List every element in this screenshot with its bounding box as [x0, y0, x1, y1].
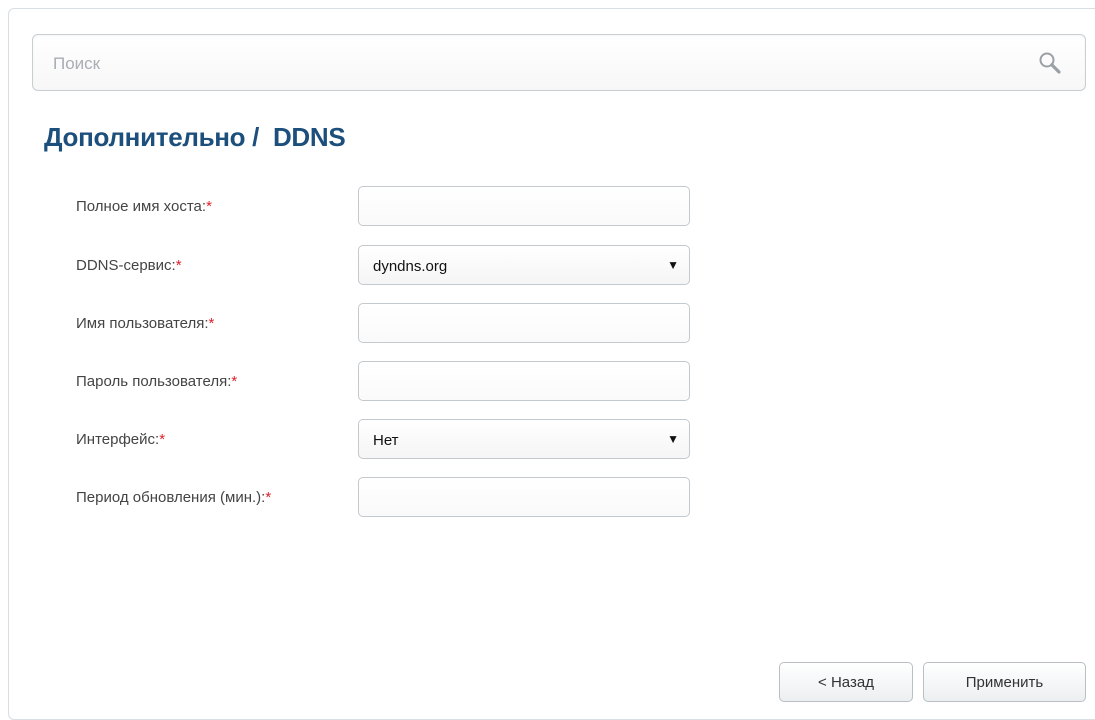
page-title: Дополнительно / DDNS [44, 122, 346, 152]
interface-label: Интерфейс:* [76, 431, 165, 449]
ddns-service-label-text: DDNS-сервис: [76, 257, 176, 274]
dropdown-arrow-icon: ▼ [667, 258, 679, 272]
ddns-service-label: DDNS-сервис:* [76, 257, 182, 275]
interface-value: Нет [373, 432, 399, 449]
hostname-label-text: Полное имя хоста: [76, 198, 207, 215]
password-label: Пароль пользователя:* [76, 373, 237, 391]
form-row-interface: Интерфейс:* Нет ▼ [0, 419, 700, 473]
password-label-text: Пароль пользователя: [76, 373, 232, 390]
update-period-field[interactable] [358, 477, 690, 517]
update-period-label: Период обновления (мин.):* [76, 489, 271, 507]
required-mark: * [159, 431, 166, 448]
form-row-update-period: Период обновления (мин.):* [0, 477, 700, 531]
search-box[interactable] [32, 34, 1086, 91]
hostname-label: Полное имя хоста:* [76, 198, 212, 216]
ddns-service-value: dyndns.org [373, 258, 448, 275]
required-mark: * [231, 373, 238, 390]
required-mark: * [265, 489, 272, 506]
form-row-username: Имя пользователя:* [0, 303, 700, 357]
password-field[interactable] [358, 361, 690, 401]
username-label-text: Имя пользователя: [76, 315, 209, 332]
hostname-field[interactable] [358, 186, 690, 226]
form-row-password: Пароль пользователя:* [0, 361, 700, 415]
username-field[interactable] [358, 303, 690, 343]
username-label: Имя пользователя:* [76, 315, 214, 333]
interface-select[interactable]: Нет ▼ [358, 419, 690, 459]
update-period-label-text: Период обновления (мин.): [76, 489, 266, 506]
search-icon[interactable] [1037, 50, 1063, 76]
required-mark: * [206, 198, 212, 215]
required-mark: * [208, 315, 215, 332]
form-row-ddns-service: DDNS-сервис:* dyndns.org ▼ [0, 245, 700, 299]
ddns-service-select[interactable]: dyndns.org ▼ [358, 245, 690, 285]
required-mark: * [175, 257, 182, 274]
search-input[interactable] [51, 49, 995, 79]
dropdown-arrow-icon: ▼ [667, 432, 679, 446]
form-row-hostname: Полное имя хоста:* [0, 186, 700, 240]
apply-button[interactable]: Применить [923, 662, 1086, 702]
interface-label-text: Интерфейс: [76, 431, 160, 448]
back-button[interactable]: < Назад [779, 662, 913, 702]
